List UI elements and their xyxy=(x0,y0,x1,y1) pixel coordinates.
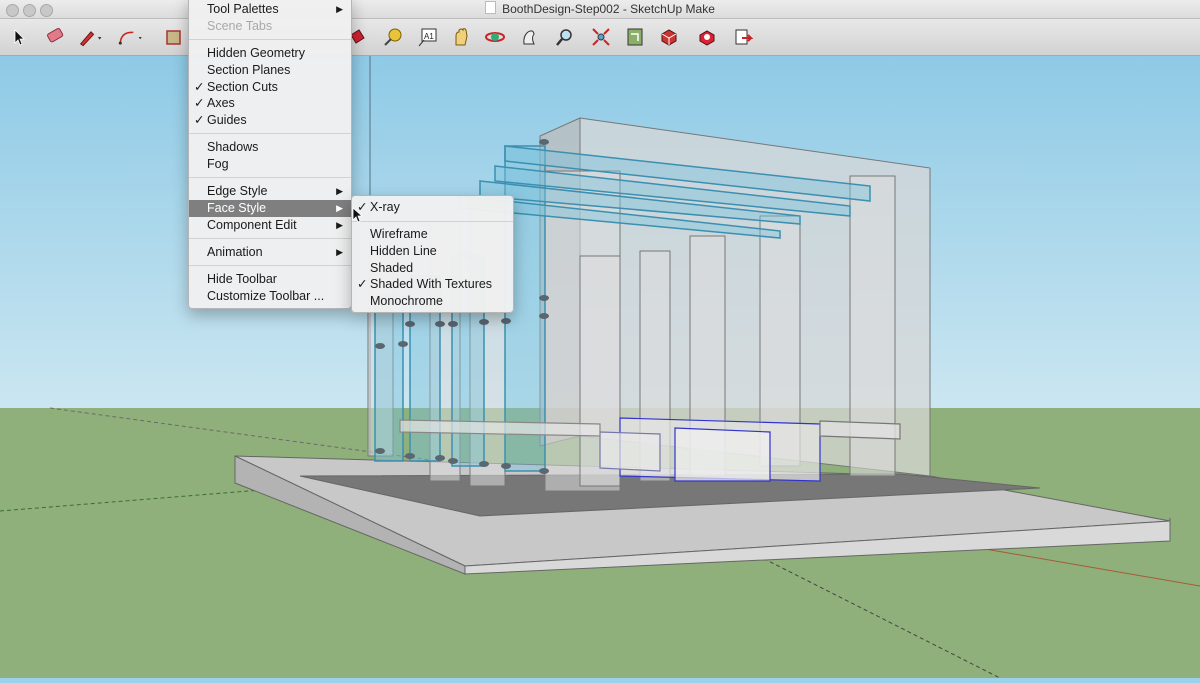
text-tool-button[interactable]: A1 xyxy=(414,24,440,50)
pencil-icon xyxy=(79,31,102,47)
menu-item-animation[interactable]: Animation ▶ xyxy=(189,244,351,261)
svg-text:A1: A1 xyxy=(424,32,434,41)
title-bar: BoothDesign-Step002 - SketchUp Make xyxy=(0,0,1200,19)
arc-tool-button[interactable] xyxy=(118,24,144,50)
checkmark-icon: ✓ xyxy=(194,80,205,94)
menu-separator xyxy=(189,39,351,40)
text-label-icon: A1 xyxy=(418,28,437,47)
menu-item-axes[interactable]: ✓ Axes xyxy=(189,95,351,112)
menu-item-face-style[interactable]: Face Style ▶ xyxy=(189,200,351,217)
scene-canvas xyxy=(0,56,1200,679)
mouse-cursor-icon xyxy=(352,207,364,223)
menu-separator xyxy=(189,177,351,178)
rectangle-icon xyxy=(166,30,181,45)
menu-separator xyxy=(189,133,351,134)
walk-tool-button[interactable] xyxy=(516,24,542,50)
zoom-icon xyxy=(556,29,572,46)
menu-item-section-cuts[interactable]: ✓ Section Cuts xyxy=(189,79,351,96)
menu-separator xyxy=(352,221,513,222)
menu-item-hidden-geometry[interactable]: Hidden Geometry xyxy=(189,45,351,62)
menu-separator xyxy=(189,265,351,266)
menu-item-edge-style[interactable]: Edge Style ▶ xyxy=(189,183,351,200)
menu-item-hide-toolbar[interactable]: Hide Toolbar xyxy=(189,271,351,288)
pan-icon xyxy=(455,28,468,46)
modeling-viewport[interactable] xyxy=(0,56,1200,679)
main-toolbar: A1 xyxy=(0,19,1200,56)
menu-item-guides[interactable]: ✓ Guides xyxy=(189,112,351,129)
eraser-tool-button[interactable] xyxy=(42,24,68,50)
select-icon xyxy=(14,29,25,46)
tape-measure-tool-button[interactable] xyxy=(380,24,406,50)
submenu-arrow-icon: ▶ xyxy=(336,247,343,257)
submenu-arrow-icon: ▶ xyxy=(336,203,343,213)
eraser-icon xyxy=(47,28,64,43)
checkmark-icon: ✓ xyxy=(357,277,368,291)
menu-separator xyxy=(189,238,351,239)
extension-warehouse-icon xyxy=(699,30,715,46)
send-to-layout-button[interactable] xyxy=(730,24,756,50)
3d-warehouse-icon xyxy=(661,29,677,46)
menu-item-tool-palettes[interactable]: Tool Palettes ▶ xyxy=(189,1,351,18)
document-icon xyxy=(485,1,497,14)
menu-item-component-edit[interactable]: Component Edit ▶ xyxy=(189,217,351,234)
menu-item-shaded[interactable]: Shaded xyxy=(352,260,513,277)
menu-item-shadows[interactable]: Shadows xyxy=(189,139,351,156)
zoom-tool-button[interactable] xyxy=(552,24,578,50)
walk-icon xyxy=(523,30,535,45)
arc-icon xyxy=(118,31,142,45)
checkmark-icon: ✓ xyxy=(194,113,205,127)
menu-item-section-planes[interactable]: Section Planes xyxy=(189,62,351,79)
previous-view-icon xyxy=(627,28,643,46)
pan-tool-button[interactable] xyxy=(448,24,474,50)
orbit-icon xyxy=(485,32,505,42)
tape-measure-icon xyxy=(384,28,402,46)
menu-item-x-ray[interactable]: ✓ X-ray xyxy=(352,199,513,216)
menu-item-hidden-line[interactable]: Hidden Line xyxy=(352,243,513,260)
menu-item-fog[interactable]: Fog xyxy=(189,156,351,173)
menu-item-scene-tabs: Scene Tabs xyxy=(207,19,273,33)
menu-item-shaded-with-textures[interactable]: ✓ Shaded With Textures xyxy=(352,276,513,293)
submenu-arrow-icon: ▶ xyxy=(336,186,343,196)
select-tool-button[interactable] xyxy=(6,24,32,50)
orbit-tool-button[interactable] xyxy=(482,24,508,50)
view-menu: Tool Palettes ▶ Scene Tabs Hidden Geometr… xyxy=(188,0,352,309)
pencil-tool-button[interactable] xyxy=(78,24,104,50)
menu-item-customize-toolbar[interactable]: Customize Toolbar ... xyxy=(189,288,351,305)
rectangle-tool-button[interactable] xyxy=(160,24,186,50)
send-to-layout-icon xyxy=(735,29,754,45)
checkmark-icon: ✓ xyxy=(194,96,205,110)
menu-item-wireframe[interactable]: Wireframe xyxy=(352,226,513,243)
zoom-extents-tool-button[interactable] xyxy=(588,24,614,50)
previous-view-button[interactable] xyxy=(622,24,648,50)
face-style-submenu: ✓ X-ray Wireframe Hidden Line Shaded ✓ Sha… xyxy=(351,195,514,313)
zoom-extents-icon xyxy=(592,28,610,46)
menu-item-monochrome[interactable]: Monochrome xyxy=(352,293,513,310)
submenu-arrow-icon: ▶ xyxy=(336,220,343,230)
submenu-arrow-icon: ▶ xyxy=(336,4,343,14)
extension-warehouse-button[interactable] xyxy=(694,24,720,50)
window-title: BoothDesign-Step002 - SketchUp Make xyxy=(502,2,715,16)
3d-warehouse-button[interactable] xyxy=(656,24,682,50)
